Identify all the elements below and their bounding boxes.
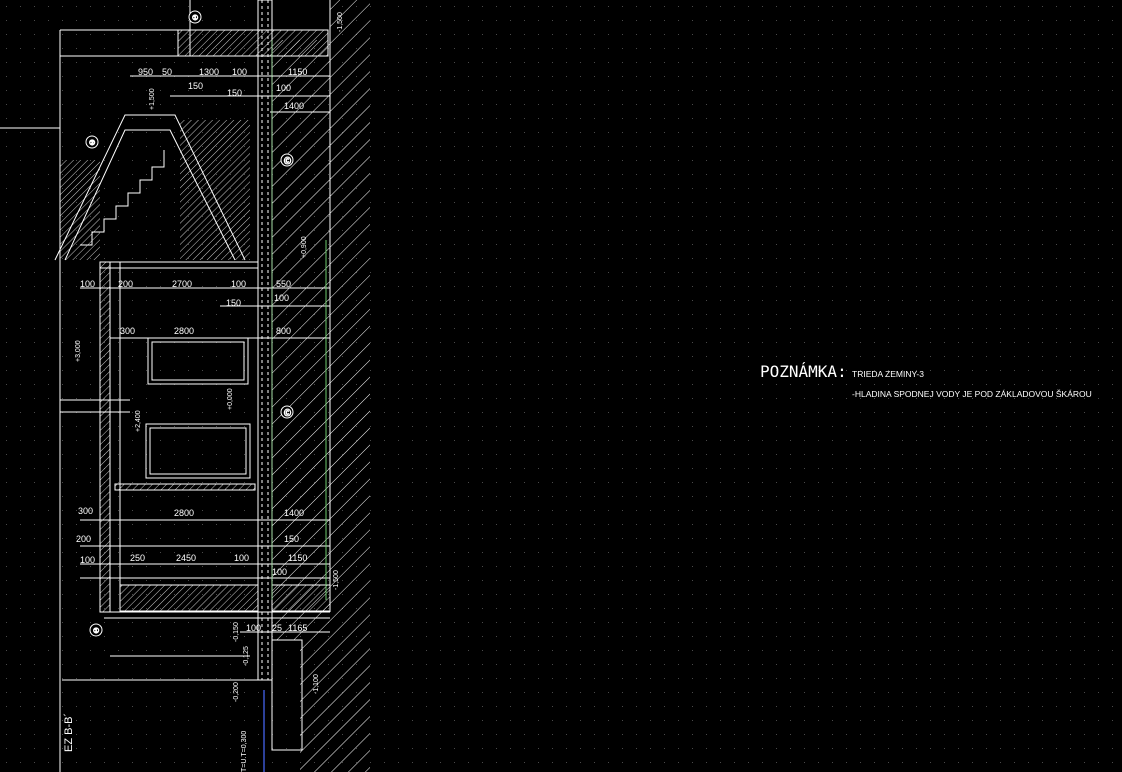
dim-row5-3: 800 — [276, 326, 291, 336]
axis-mark-label-c-lower: Ⓒ — [284, 409, 291, 417]
dim-row6-3: 1400 — [284, 508, 304, 518]
dim-row2-1: 150 — [188, 81, 203, 91]
level-minus-0150: -0,150 — [233, 622, 240, 642]
dim-row7-1: 200 — [76, 534, 91, 544]
bottom-level-label: T=U.T=0,300 — [241, 731, 248, 772]
axis-mark-label-2: ② — [89, 139, 95, 147]
dim-row6-2: 2800 — [174, 508, 194, 518]
dim-row2-3: 100 — [276, 83, 291, 93]
note-title: POZNÁMKA: — [760, 362, 847, 381]
dim-row6-1: 300 — [78, 506, 93, 516]
dim-mid-3: 2700 — [172, 279, 192, 289]
dim-bottom-3: 1165 — [288, 623, 307, 633]
level-top-right: -1,500 — [337, 12, 344, 32]
dim-top-4: 100 — [232, 67, 247, 77]
dim-row9-1: 100 — [272, 567, 287, 577]
dim-row5-2: 2800 — [174, 326, 194, 336]
level-minus-1500: -1,500 — [333, 570, 340, 590]
level-plus-0000: +0,000 — [227, 388, 234, 410]
dim-row8-3: 2450 — [176, 553, 196, 563]
dim-top-1: 950 — [138, 67, 153, 77]
level-plus-2400: +2,400 — [135, 410, 142, 432]
note-line-2: -HLADINA SPODNEJ VODY JE POD ZÁKLADOVOU … — [852, 389, 1092, 399]
dim-bottom-1: 100 — [246, 623, 261, 633]
dim-bottom-2: 25 — [272, 623, 282, 633]
axis-mark-label-1-bottom: ① — [93, 627, 99, 635]
level-plus-1500: +1,500 — [149, 88, 156, 110]
dim-row8-2: 250 — [130, 553, 145, 563]
level-minus-0125: -0,125 — [243, 646, 250, 666]
axis-mark-label-c-upper: Ⓒ — [284, 157, 291, 165]
dim-row8-5: 1150 — [288, 553, 307, 563]
level-plus-0900: +0,900 — [301, 236, 308, 258]
dim-row8-4: 100 — [234, 553, 249, 563]
section-label: EZ B-B´ — [63, 713, 75, 752]
dim-mid-1: 100 — [80, 279, 95, 289]
note-line-1: TRIEDA ZEMINY-3 — [852, 369, 924, 379]
dim-mid-4: 100 — [231, 279, 246, 289]
dim-row2-2: 150 — [227, 88, 242, 98]
dim-row2-4: 1400 — [284, 101, 304, 111]
dim-row4-2: 100 — [274, 293, 289, 303]
level-minus-0200: -0,200 — [233, 682, 240, 702]
dim-row4-1: 150 — [226, 298, 241, 308]
dim-row8-1: 100 — [80, 555, 95, 565]
dim-mid-5: 550 — [276, 279, 291, 289]
dim-top-2: 50 — [162, 67, 172, 77]
dim-top-3: 1300 — [199, 67, 219, 77]
dim-top-5: 1150 — [288, 67, 307, 77]
cad-drawing-canvas[interactable]: 950 50 1300 100 1150 150 150 100 1400 10… — [0, 0, 1122, 772]
axis-mark-label-1-top: ① — [192, 14, 198, 22]
level-plus-3000: +3,000 — [75, 340, 82, 362]
dim-mid-2: 200 — [118, 279, 133, 289]
dim-row5-1: 300 — [120, 326, 135, 336]
dim-row7-2: 150 — [284, 534, 299, 544]
level-minus-1100: -1,100 — [313, 674, 320, 694]
